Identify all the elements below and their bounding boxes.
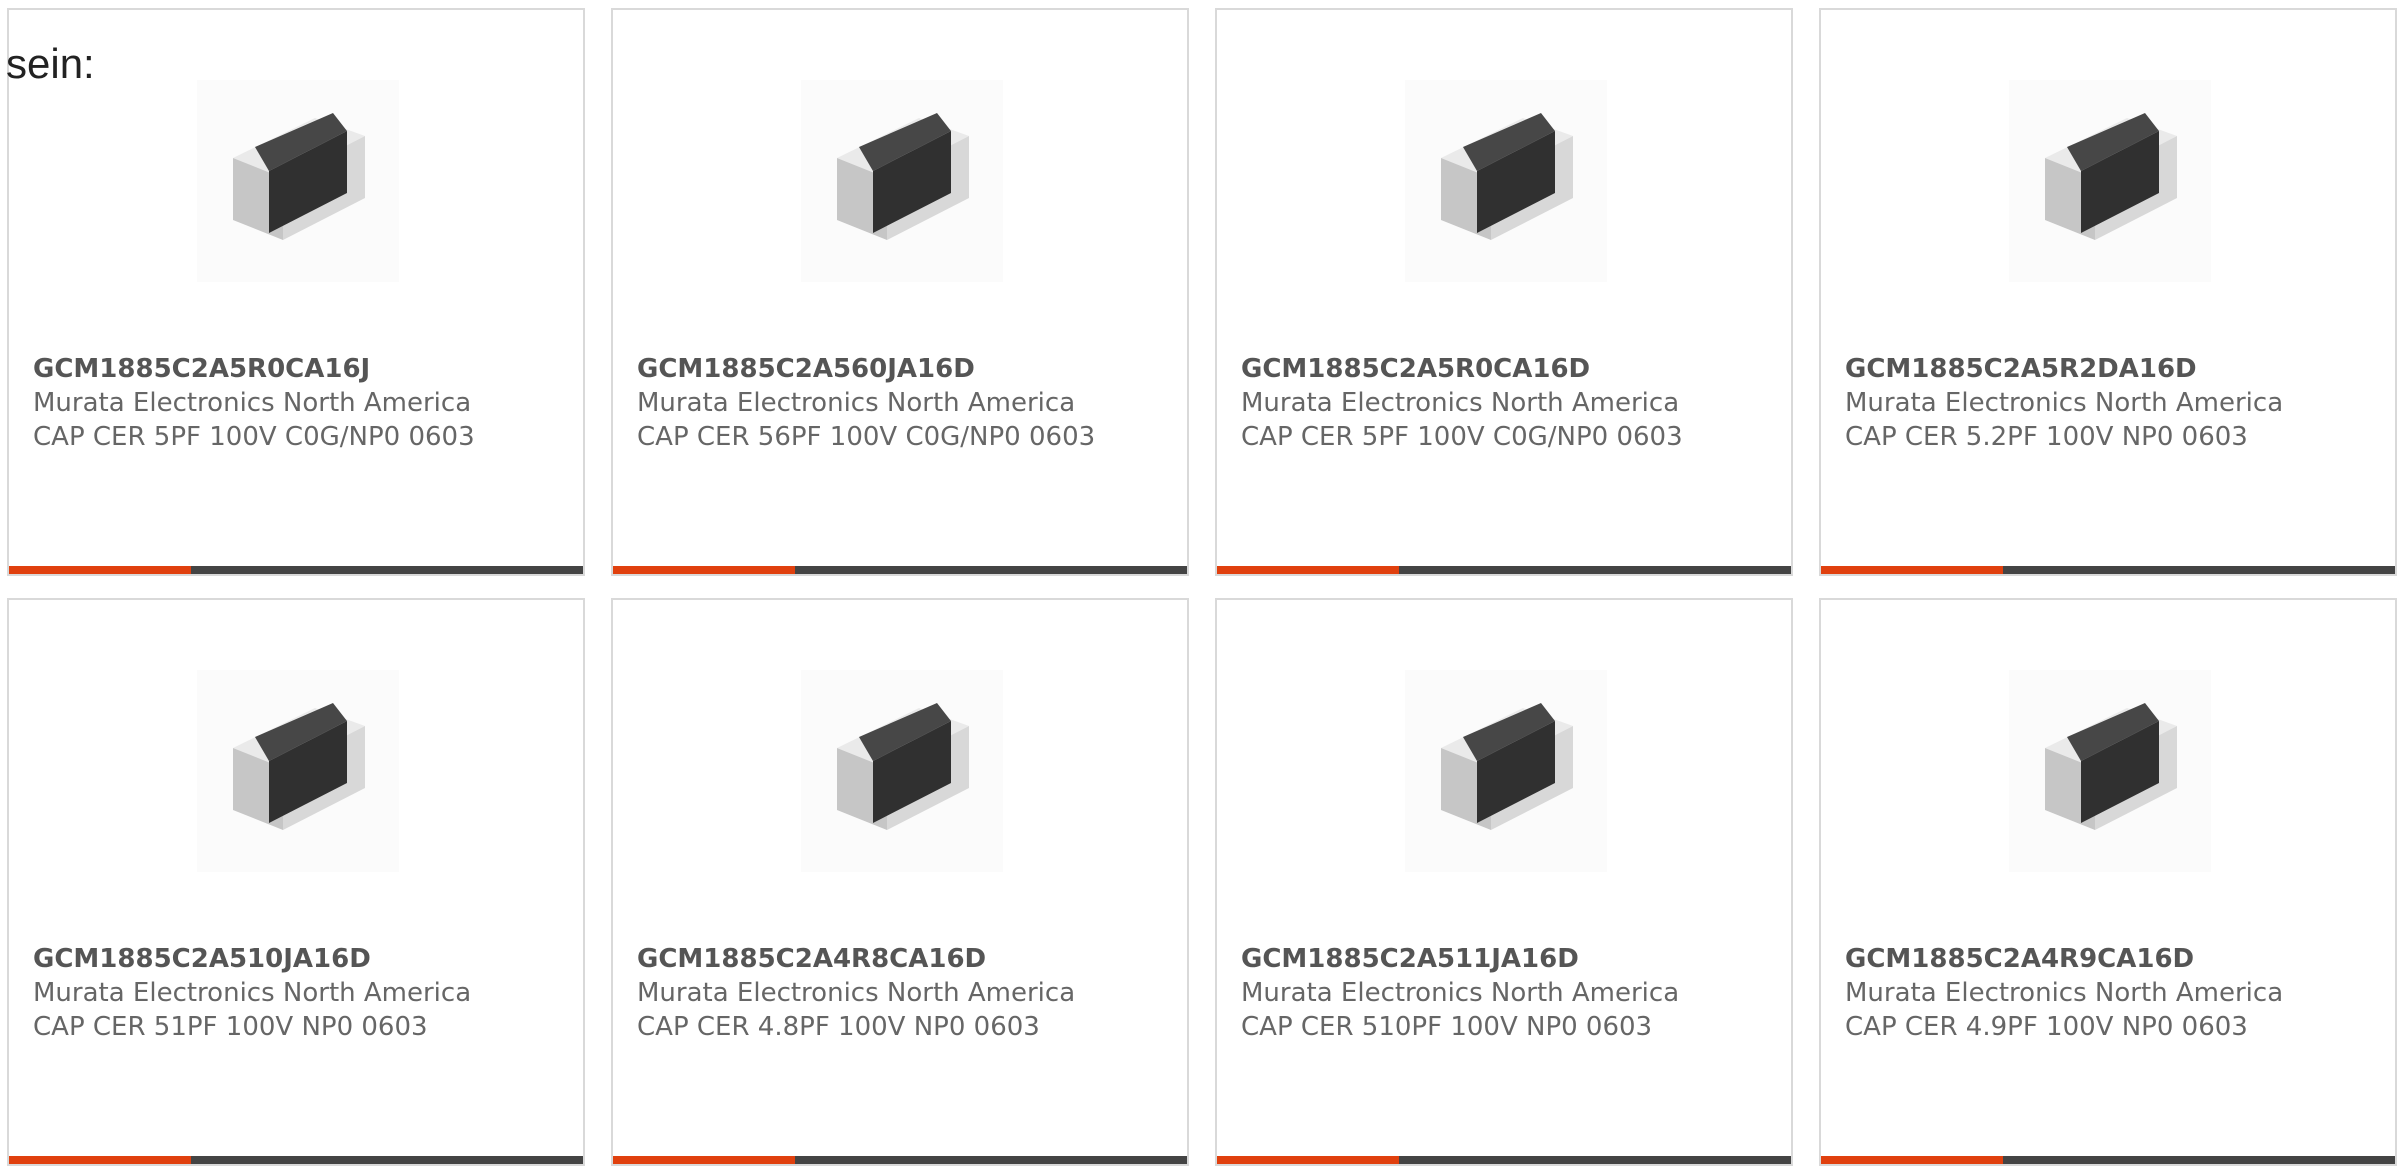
- manufacturer-name: Murata Electronics North America: [637, 388, 1076, 418]
- product-info: GCM1885C2A5R0CA16J Murata Electronics No…: [33, 352, 493, 454]
- product-description: CAP CER 510PF 100V NP0 0603: [1241, 1012, 1653, 1042]
- manufacturer-name: Murata Electronics North America: [1241, 978, 1680, 1008]
- product-card[interactable]: GCM1885C2A5R0CA16D Murata Electronics No…: [1215, 8, 1793, 576]
- card-accent-bar: [1821, 566, 2003, 574]
- manufacturer-name: Murata Electronics North America: [33, 388, 472, 418]
- ceramic-capacitor-chip-image[interactable]: [197, 670, 399, 872]
- card-bottom-bar: [9, 1156, 583, 1164]
- product-card[interactable]: GCM1885C2A5R2DA16D Murata Electronics No…: [1819, 8, 2397, 576]
- part-number-link[interactable]: GCM1885C2A4R8CA16D: [637, 942, 1097, 976]
- card-accent-bar: [1821, 1156, 2003, 1164]
- part-number-link[interactable]: GCM1885C2A511JA16D: [1241, 942, 1701, 976]
- card-bottom-bar: [1217, 566, 1791, 574]
- product-info: GCM1885C2A4R9CA16D Murata Electronics No…: [1845, 942, 2305, 1044]
- manufacturer-name: Murata Electronics North America: [33, 978, 472, 1008]
- card-bottom-bar: [613, 566, 1187, 574]
- product-info: GCM1885C2A510JA16D Murata Electronics No…: [33, 942, 493, 1044]
- manufacturer-name: Murata Electronics North America: [637, 978, 1076, 1008]
- card-accent-bar: [613, 566, 795, 574]
- ceramic-capacitor-chip-image[interactable]: [801, 670, 1003, 872]
- manufacturer-name: Murata Electronics North America: [1845, 978, 2284, 1008]
- product-info: GCM1885C2A4R8CA16D Murata Electronics No…: [637, 942, 1097, 1044]
- product-card[interactable]: GCM1885C2A5R0CA16J Murata Electronics No…: [7, 8, 585, 576]
- card-bottom-bar: [1217, 1156, 1791, 1164]
- ceramic-capacitor-chip-image[interactable]: [2009, 670, 2211, 872]
- part-number-link[interactable]: GCM1885C2A560JA16D: [637, 352, 1097, 386]
- product-card[interactable]: GCM1885C2A511JA16D Murata Electronics No…: [1215, 598, 1793, 1166]
- card-accent-bar: [9, 566, 191, 574]
- product-description: CAP CER 5PF 100V C0G/NP0 0603: [33, 422, 475, 452]
- card-accent-bar: [1217, 566, 1399, 574]
- ceramic-capacitor-chip-image[interactable]: [801, 80, 1003, 282]
- ceramic-capacitor-chip-image[interactable]: [1405, 80, 1607, 282]
- product-card[interactable]: GCM1885C2A4R8CA16D Murata Electronics No…: [611, 598, 1189, 1166]
- part-number-link[interactable]: GCM1885C2A5R0CA16J: [33, 352, 493, 386]
- product-description: CAP CER 56PF 100V C0G/NP0 0603: [637, 422, 1096, 452]
- part-number-link[interactable]: GCM1885C2A4R9CA16D: [1845, 942, 2305, 976]
- card-bottom-bar: [1821, 1156, 2395, 1164]
- product-info: GCM1885C2A560JA16D Murata Electronics No…: [637, 352, 1097, 454]
- product-description: CAP CER 4.9PF 100V NP0 0603: [1845, 1012, 2248, 1042]
- ceramic-capacitor-chip-image[interactable]: [197, 80, 399, 282]
- card-bottom-bar: [613, 1156, 1187, 1164]
- ceramic-capacitor-chip-image[interactable]: [1405, 670, 1607, 872]
- card-accent-bar: [1217, 1156, 1399, 1164]
- product-description: CAP CER 51PF 100V NP0 0603: [33, 1012, 428, 1042]
- manufacturer-name: Murata Electronics North America: [1845, 388, 2284, 418]
- product-description: CAP CER 5PF 100V C0G/NP0 0603: [1241, 422, 1683, 452]
- part-number-link[interactable]: GCM1885C2A510JA16D: [33, 942, 493, 976]
- intro-text: sein:: [6, 40, 95, 87]
- product-card[interactable]: GCM1885C2A560JA16D Murata Electronics No…: [611, 8, 1189, 576]
- card-accent-bar: [9, 1156, 191, 1164]
- card-accent-bar: [613, 1156, 795, 1164]
- product-card[interactable]: GCM1885C2A510JA16D Murata Electronics No…: [7, 598, 585, 1166]
- product-info: GCM1885C2A511JA16D Murata Electronics No…: [1241, 942, 1701, 1044]
- part-number-link[interactable]: GCM1885C2A5R2DA16D: [1845, 352, 2305, 386]
- ceramic-capacitor-chip-image[interactable]: [2009, 80, 2211, 282]
- product-description: CAP CER 4.8PF 100V NP0 0603: [637, 1012, 1040, 1042]
- product-card[interactable]: GCM1885C2A4R9CA16D Murata Electronics No…: [1819, 598, 2397, 1166]
- product-info: GCM1885C2A5R0CA16D Murata Electronics No…: [1241, 352, 1701, 454]
- manufacturer-name: Murata Electronics North America: [1241, 388, 1680, 418]
- card-bottom-bar: [1821, 566, 2395, 574]
- product-info: GCM1885C2A5R2DA16D Murata Electronics No…: [1845, 352, 2305, 454]
- card-bottom-bar: [9, 566, 583, 574]
- product-description: CAP CER 5.2PF 100V NP0 0603: [1845, 422, 2248, 452]
- part-number-link[interactable]: GCM1885C2A5R0CA16D: [1241, 352, 1701, 386]
